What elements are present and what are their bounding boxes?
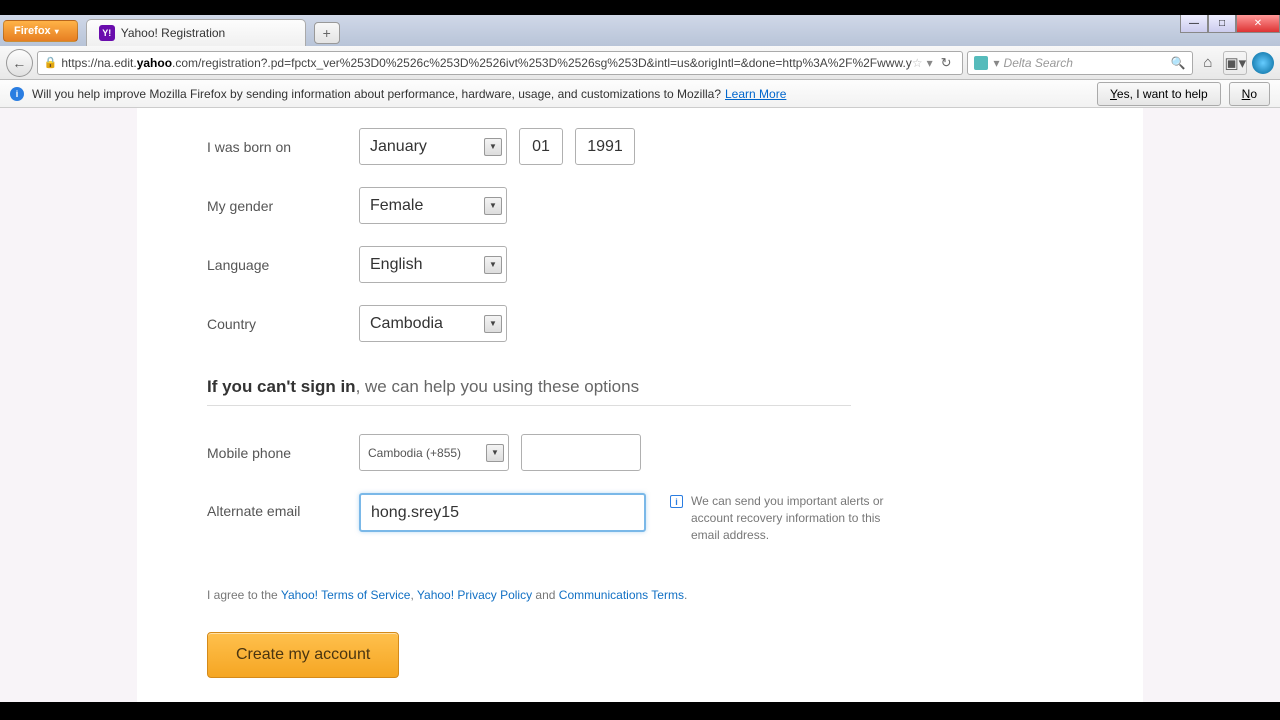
communications-terms-link[interactable]: Communications Terms	[559, 588, 684, 602]
tab-title: Yahoo! Registration	[121, 26, 226, 40]
gender-select[interactable]: Female ▼	[359, 187, 507, 224]
born-label: I was born on	[207, 139, 359, 155]
chevron-down-icon: ▼	[484, 315, 502, 333]
language-select[interactable]: English ▼	[359, 246, 507, 283]
search-bar[interactable]: ▾ Delta Search 🔍	[967, 51, 1193, 75]
info-no-button[interactable]: No	[1229, 82, 1270, 106]
gender-label: My gender	[207, 198, 359, 214]
phone-country-select[interactable]: Cambodia (+855) ▼	[359, 434, 509, 471]
info-bar-text: Will you help improve Mozilla Firefox by…	[32, 87, 721, 101]
alternate-email-tooltip: We can send you important alerts or acco…	[691, 493, 910, 543]
terms-of-service-link[interactable]: Yahoo! Terms of Service	[281, 588, 411, 602]
home-button[interactable]: ⌂	[1197, 51, 1220, 75]
alternate-email-input[interactable]	[359, 493, 646, 532]
alternate-email-label: Alternate email	[207, 493, 359, 519]
learn-more-link[interactable]: Learn More	[725, 87, 786, 101]
info-bar: i Will you help improve Mozilla Firefox …	[0, 80, 1280, 108]
firefox-menu-button[interactable]: Firefox	[3, 20, 78, 42]
window-close-button[interactable]: ✕	[1236, 15, 1280, 33]
chevron-down-icon: ▼	[484, 256, 502, 274]
phone-country-value: Cambodia (+855)	[368, 446, 461, 460]
phone-number-input[interactable]	[521, 434, 641, 471]
search-engine-icon[interactable]	[974, 56, 988, 70]
birth-month-value: January	[370, 138, 427, 156]
url-dropdown-icon[interactable]: ▾	[927, 56, 933, 70]
window-maximize-button[interactable]: □	[1208, 15, 1236, 33]
lock-icon: 🔒	[44, 56, 58, 69]
birth-year-input[interactable]: 1991	[575, 128, 635, 165]
url-domain: yahoo	[137, 56, 172, 70]
privacy-policy-link[interactable]: Yahoo! Privacy Policy	[417, 588, 532, 602]
url-bar[interactable]: 🔒 https://na.edit.yahoo.com/registration…	[37, 51, 963, 75]
birth-day-value: 01	[532, 138, 550, 156]
window-minimize-button[interactable]: —	[1180, 15, 1208, 33]
browser-tab[interactable]: Y! Yahoo! Registration	[86, 19, 306, 46]
info-yes-button[interactable]: Yes, I want to help	[1097, 82, 1221, 106]
recovery-section-heading: If you can't sign in, we can help you us…	[207, 377, 1073, 397]
bookmark-star-icon[interactable]: ☆	[912, 56, 923, 70]
new-tab-button[interactable]: +	[314, 22, 340, 44]
section-divider	[207, 405, 851, 406]
country-label: Country	[207, 316, 359, 332]
back-button[interactable]: ←	[6, 49, 33, 77]
mobile-phone-label: Mobile phone	[207, 445, 359, 461]
url-text-suffix: .com/registration?.pd=fpctx_ver%253D0%25…	[172, 56, 912, 70]
agreement-text: I agree to the Yahoo! Terms of Service, …	[207, 588, 1073, 602]
info-icon: i	[670, 495, 683, 508]
birth-day-input[interactable]: 01	[519, 128, 563, 165]
gender-value: Female	[370, 197, 423, 215]
country-select[interactable]: Cambodia ▼	[359, 305, 507, 342]
create-account-button[interactable]: Create my account	[207, 632, 399, 678]
search-placeholder: Delta Search	[1004, 56, 1171, 70]
chevron-down-icon: ▼	[486, 444, 504, 462]
search-dropdown-icon[interactable]: ▾	[994, 56, 1000, 70]
reload-button[interactable]: ↻	[937, 55, 956, 71]
feedback-icon[interactable]	[1251, 51, 1274, 75]
language-label: Language	[207, 257, 359, 273]
chevron-down-icon: ▼	[484, 197, 502, 215]
birth-month-select[interactable]: January ▼	[359, 128, 507, 165]
search-go-icon[interactable]: 🔍	[1171, 56, 1186, 70]
info-icon: i	[10, 87, 24, 101]
language-value: English	[370, 256, 422, 274]
bookmarks-menu-button[interactable]: ▣▾	[1223, 51, 1247, 75]
birth-year-value: 1991	[587, 138, 623, 156]
country-value: Cambodia	[370, 315, 443, 333]
chevron-down-icon: ▼	[484, 138, 502, 156]
yahoo-favicon-icon: Y!	[99, 25, 115, 41]
url-text-prefix: https://na.edit.	[61, 56, 136, 70]
